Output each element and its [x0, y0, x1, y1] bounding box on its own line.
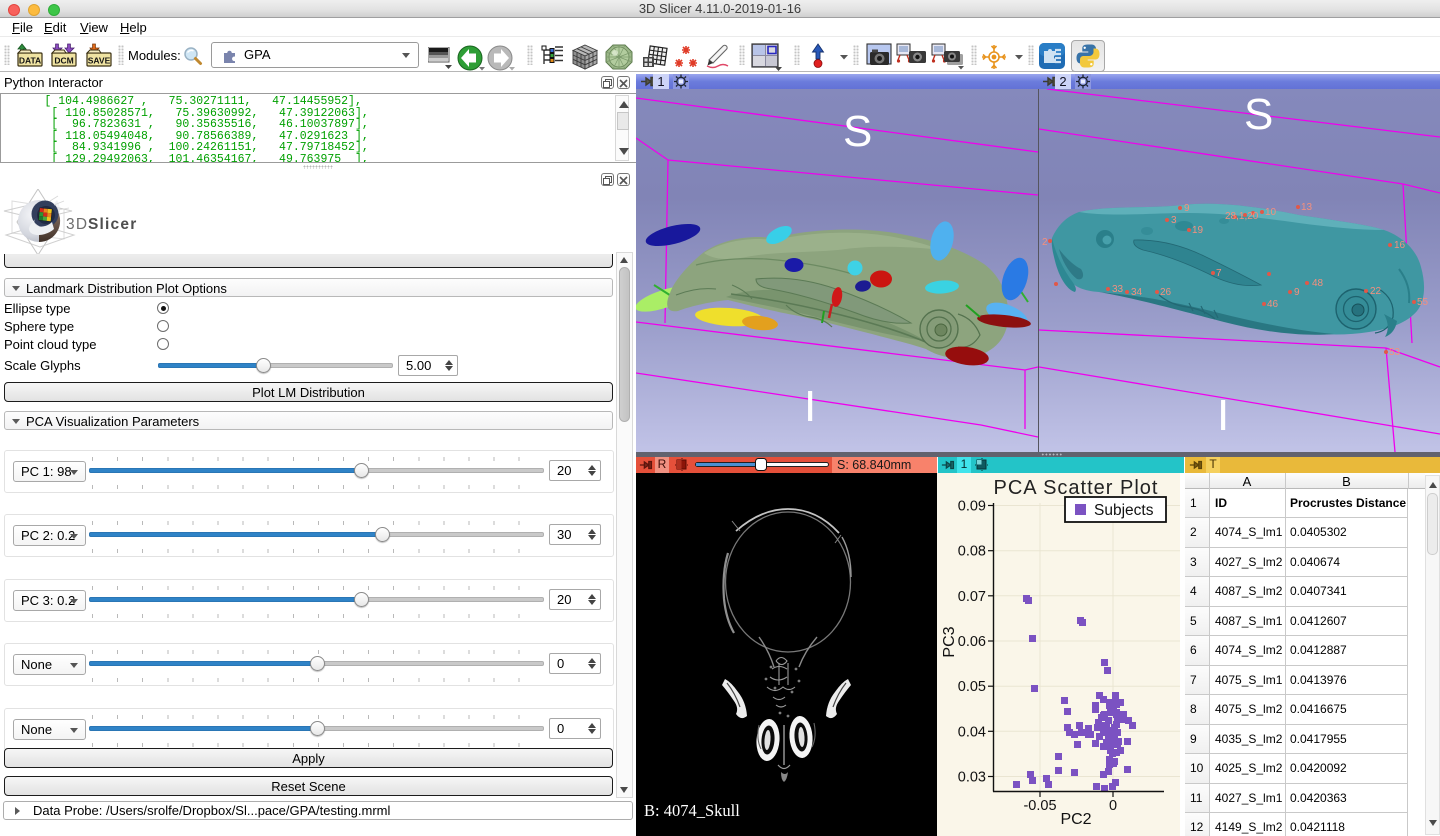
svg-text:10: 10 [1265, 207, 1277, 218]
svg-text:26: 26 [1160, 287, 1172, 298]
svg-text:53: 53 [1389, 347, 1401, 358]
svg-text:55: 55 [1417, 297, 1429, 308]
svg-text:0.07: 0.07 [958, 588, 986, 604]
svg-text:I: I [1217, 391, 1229, 440]
svg-text:19: 19 [1192, 225, 1204, 236]
svg-text:DATA: DATA [19, 56, 41, 66]
svg-text:I: I [804, 382, 816, 431]
svg-text:0.04: 0.04 [958, 724, 986, 740]
svg-text:9: 9 [1184, 203, 1190, 214]
svg-text:Subjects: Subjects [1094, 502, 1154, 519]
svg-text:28,1,20: 28,1,20 [1225, 211, 1259, 222]
svg-text:0.08: 0.08 [958, 543, 986, 559]
svg-text:0.03: 0.03 [958, 769, 986, 785]
svg-text:S: S [1244, 90, 1273, 139]
svg-text:PC3: PC3 [941, 626, 958, 657]
svg-text:0.09: 0.09 [958, 498, 986, 514]
svg-text:13: 13 [1301, 202, 1313, 213]
svg-text:9: 9 [1294, 287, 1300, 298]
svg-text:0.06: 0.06 [958, 634, 986, 650]
svg-text:S: S [843, 107, 872, 156]
svg-text:-0.05: -0.05 [1023, 798, 1056, 814]
svg-text:33: 33 [1112, 284, 1124, 295]
svg-text:34: 34 [1131, 287, 1143, 298]
svg-text:PC2: PC2 [1060, 811, 1091, 828]
svg-text:0: 0 [1109, 798, 1117, 814]
svg-text:Slicer: Slicer [88, 216, 137, 233]
svg-text:DCM: DCM [54, 56, 73, 66]
svg-text:16: 16 [1394, 240, 1406, 251]
svg-text:PCA Scatter Plot: PCA Scatter Plot [994, 477, 1159, 499]
svg-text:0.05: 0.05 [958, 679, 986, 695]
svg-text:3: 3 [1171, 215, 1177, 226]
svg-text:SAVE: SAVE [88, 56, 111, 66]
svg-text:2: 2 [1042, 237, 1048, 248]
svg-text:46: 46 [1267, 299, 1279, 310]
svg-text:22: 22 [1370, 286, 1382, 297]
svg-text:7: 7 [1216, 268, 1222, 279]
svg-text:48: 48 [1312, 278, 1324, 289]
svg-text:3D: 3D [66, 216, 88, 233]
